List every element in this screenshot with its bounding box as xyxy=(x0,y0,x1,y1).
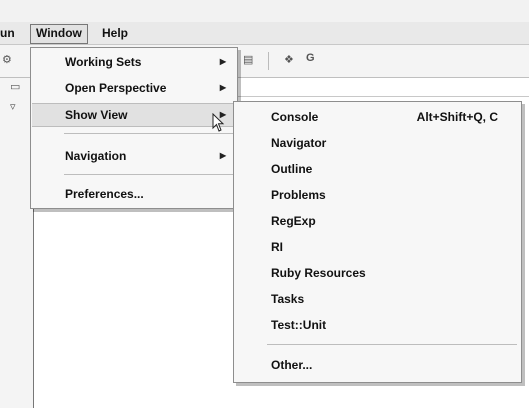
menu-item-label: Navigation xyxy=(65,149,127,163)
menu-separator xyxy=(267,344,517,345)
menu-item-label: Outline xyxy=(271,162,313,176)
menu-item-label: Test::Unit xyxy=(271,318,327,332)
menu-item-label: Console xyxy=(271,110,319,124)
triangle-right-icon: ▶ xyxy=(219,151,226,160)
menu-item-problems[interactable]: Problems xyxy=(235,184,520,206)
shortcut-label: Alt+Shift+Q, C xyxy=(416,110,498,124)
menu-item-navigation[interactable]: Navigation ▶ xyxy=(32,145,236,167)
menu-item-label: RegExp xyxy=(271,214,316,228)
menu-item-console[interactable]: Console Alt+Shift+Q, C xyxy=(235,106,520,128)
menu-item-other[interactable]: Other... xyxy=(235,354,520,376)
title-strip xyxy=(0,0,529,22)
menu-item-label: Show View xyxy=(65,108,128,122)
menu-item-label: Navigator xyxy=(271,136,327,150)
window-menu: Working Sets ▶ Open Perspective ▶ Show V… xyxy=(30,47,238,209)
menu-help[interactable]: Help xyxy=(97,24,133,42)
menu-item-working-sets[interactable]: Working Sets ▶ xyxy=(32,51,236,73)
menu-separator xyxy=(64,133,233,134)
view-menu-icon[interactable]: ▿ xyxy=(10,100,16,113)
menu-item-label: Tasks xyxy=(271,292,305,306)
menu-item-label: Preferences... xyxy=(65,187,144,201)
menu-bar: un Window Help xyxy=(0,22,529,45)
menu-item-label: Other... xyxy=(271,358,313,372)
menu-item-open-perspective[interactable]: Open Perspective ▶ xyxy=(32,77,236,99)
menu-item-label: Ruby Resources xyxy=(271,266,366,280)
mouse-pointer-icon xyxy=(212,113,225,132)
save-icon[interactable]: ▤ xyxy=(243,53,253,66)
triangle-right-icon: ▶ xyxy=(219,57,226,66)
menu-item-test-unit[interactable]: Test::Unit xyxy=(235,314,520,336)
menu-item-label: Working Sets xyxy=(65,55,142,69)
minimize-icon[interactable]: ▭ xyxy=(10,80,20,93)
left-panel: ▭ ▿ xyxy=(0,78,34,408)
show-view-submenu: Console Alt+Shift+Q, C Navigator Outline… xyxy=(233,101,522,383)
menu-run[interactable]: un xyxy=(0,24,20,42)
refresh-icon[interactable]: G xyxy=(306,52,315,64)
run-icon[interactable]: ⚙ xyxy=(2,53,12,66)
new-class-icon[interactable]: ❖ xyxy=(284,53,294,66)
menu-item-regexp[interactable]: RegExp xyxy=(235,210,520,232)
menu-item-label: RI xyxy=(271,240,283,254)
menu-item-navigator[interactable]: Navigator xyxy=(235,132,520,154)
triangle-right-icon: ▶ xyxy=(219,83,226,92)
menu-item-tasks[interactable]: Tasks xyxy=(235,288,520,310)
toolbar-separator xyxy=(268,52,269,70)
menu-separator xyxy=(64,174,233,175)
menu-item-outline[interactable]: Outline xyxy=(235,158,520,180)
menu-item-show-view[interactable]: Show View ▶ xyxy=(32,103,236,127)
menu-item-label: Problems xyxy=(271,188,326,202)
menu-item-label: Open Perspective xyxy=(65,81,167,95)
menu-item-preferences[interactable]: Preferences... xyxy=(32,183,236,205)
menu-window[interactable]: Window xyxy=(30,24,88,44)
menu-item-ruby-resources[interactable]: Ruby Resources xyxy=(235,262,520,284)
menu-item-ri[interactable]: RI xyxy=(235,236,520,258)
